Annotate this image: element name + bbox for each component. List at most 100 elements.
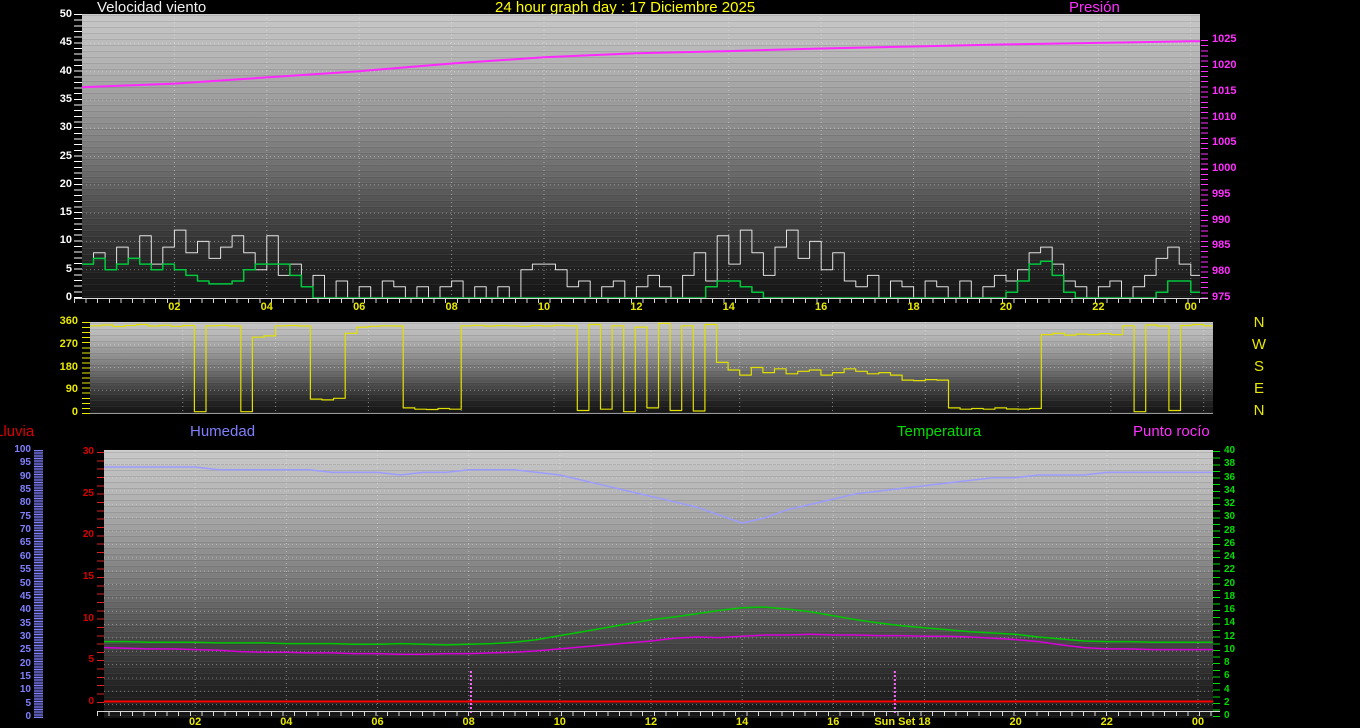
humidity-axis-tick-label: 75 bbox=[1, 511, 31, 523]
dew-point-label: Punto rocío bbox=[1133, 424, 1210, 439]
pressure-axis-tick-label: 990 bbox=[1212, 214, 1246, 227]
temp-axis-tick-label: 18 bbox=[1224, 591, 1248, 603]
wind-axis-tick-label: 20 bbox=[46, 178, 72, 191]
hour-tick-label: 16 bbox=[809, 301, 833, 314]
humidity-axis-tick-label: 15 bbox=[1, 671, 31, 683]
wind-axis-tick-label: 45 bbox=[46, 36, 72, 49]
direction-axis-tick-label: 0 bbox=[48, 406, 78, 419]
compass-letter-n: N bbox=[1250, 402, 1268, 419]
hour-tick-label: 12 bbox=[624, 301, 648, 314]
wind-axis-tick-label: 5 bbox=[46, 263, 72, 276]
temp-axis-tick-label: 14 bbox=[1224, 617, 1248, 629]
hour-tick-label: 00 bbox=[1179, 301, 1203, 314]
wind-left-axis-ruler bbox=[74, 14, 82, 298]
temp-axis-tick-label: 34 bbox=[1224, 485, 1248, 497]
wind-speed-label: Velocidad viento bbox=[97, 0, 206, 15]
rain-axis-tick-label: 15 bbox=[64, 571, 94, 583]
compass-letter-n: N bbox=[1250, 314, 1268, 331]
wind-axis-tick-label: 0 bbox=[46, 291, 72, 304]
humidity-axis-tick-label: 40 bbox=[1, 604, 31, 616]
wind-axis-tick-label: 10 bbox=[46, 234, 72, 247]
wind-axis-tick-label: 25 bbox=[46, 150, 72, 163]
humidity-axis-tick-label: 10 bbox=[1, 684, 31, 696]
rain-left-axis-ruler bbox=[97, 452, 104, 705]
wind-axis-tick-label: 50 bbox=[46, 8, 72, 21]
pressure-axis-tick-label: 1000 bbox=[1212, 162, 1246, 175]
rain-axis-tick-label: 10 bbox=[64, 613, 94, 625]
temp-axis-tick-label: 12 bbox=[1224, 631, 1248, 643]
wind-axis-tick-label: 15 bbox=[46, 206, 72, 219]
pressure-axis-tick-label: 985 bbox=[1212, 239, 1246, 252]
hour-tick-label: 00 bbox=[1186, 716, 1210, 728]
rain-axis-tick-label: 20 bbox=[64, 529, 94, 541]
humidity-axis-tick-label: 100 bbox=[1, 444, 31, 456]
pressure-axis-tick-label: 1010 bbox=[1212, 111, 1246, 124]
humidity-axis-tick-label: 60 bbox=[1, 551, 31, 563]
temp-axis-tick-label: 36 bbox=[1224, 472, 1248, 484]
hour-tick-label: 08 bbox=[457, 716, 481, 728]
pressure-label: Presión bbox=[1069, 0, 1120, 15]
hour-tick-label: 06 bbox=[365, 716, 389, 728]
hour-tick-label: 20 bbox=[994, 301, 1018, 314]
humidity-label: Humedad bbox=[190, 424, 255, 439]
temp-axis-tick-label: 16 bbox=[1224, 604, 1248, 616]
hour-tick-label: 12 bbox=[639, 716, 663, 728]
direction-axis-tick-label: 180 bbox=[48, 361, 78, 374]
compass-letter-s: S bbox=[1250, 358, 1268, 375]
humidity-axis-tick-label: 5 bbox=[1, 698, 31, 710]
rain-axis-tick-label: 30 bbox=[64, 446, 94, 458]
hour-tick-label: 08 bbox=[440, 301, 464, 314]
humidity-axis-tick-label: 55 bbox=[1, 564, 31, 576]
humidity-axis-tick-label: 80 bbox=[1, 497, 31, 509]
hour-tick-label: 10 bbox=[548, 716, 572, 728]
wind-axis-tick-label: 40 bbox=[46, 65, 72, 78]
wind-axis-tick-label: 30 bbox=[46, 121, 72, 134]
humidity-axis-tick-label: 0 bbox=[1, 711, 31, 723]
humidity-left-axis-ruler bbox=[34, 450, 43, 718]
temp-axis-tick-label: 6 bbox=[1224, 670, 1248, 682]
temp-axis-tick-label: 24 bbox=[1224, 551, 1248, 563]
direction-axis-tick-label: 360 bbox=[48, 315, 78, 328]
wind-axis-tick-label: 35 bbox=[46, 93, 72, 106]
rain-axis-tick-label: 5 bbox=[64, 654, 94, 666]
humidity-axis-tick-label: 45 bbox=[1, 591, 31, 603]
temp-right-axis-ruler bbox=[1213, 451, 1220, 717]
hour-tick-label: 22 bbox=[1086, 301, 1110, 314]
humidity-axis-tick-label: 85 bbox=[1, 484, 31, 496]
temp-axis-tick-label: 20 bbox=[1224, 578, 1248, 590]
humidity-axis-tick-label: 35 bbox=[1, 618, 31, 630]
humidity-axis-tick-label: 20 bbox=[1, 658, 31, 670]
sunset-label: Sun Set bbox=[865, 716, 925, 728]
wind-pressure-plot bbox=[82, 14, 1200, 298]
pressure-axis-tick-label: 975 bbox=[1212, 291, 1246, 304]
rain-label: Lluvia bbox=[0, 424, 34, 439]
temp-axis-tick-label: 28 bbox=[1224, 525, 1248, 537]
hour-tick-label: 04 bbox=[255, 301, 279, 314]
temperature-label: Temperatura bbox=[897, 424, 981, 439]
pressure-axis-tick-label: 1015 bbox=[1212, 85, 1246, 98]
rain-axis-tick-label: 0 bbox=[64, 696, 94, 708]
hour-tick-label: 04 bbox=[274, 716, 298, 728]
temp-axis-tick-label: 8 bbox=[1224, 657, 1248, 669]
compass-letter-w: W bbox=[1250, 336, 1268, 353]
humidity-axis-tick-label: 65 bbox=[1, 537, 31, 549]
humidity-axis-tick-label: 95 bbox=[1, 457, 31, 469]
pressure-axis-tick-label: 1020 bbox=[1212, 59, 1246, 72]
hour-tick-label: 20 bbox=[1004, 716, 1028, 728]
humidity-axis-tick-label: 25 bbox=[1, 644, 31, 656]
temp-axis-tick-label: 26 bbox=[1224, 538, 1248, 550]
temp-axis-tick-label: 0 bbox=[1224, 710, 1248, 722]
pressure-axis-tick-label: 1025 bbox=[1212, 33, 1246, 46]
compass-letter-e: E bbox=[1250, 380, 1268, 397]
hour-tick-label: 14 bbox=[717, 301, 741, 314]
direction-axis-tick-label: 270 bbox=[48, 338, 78, 351]
temp-axis-tick-label: 22 bbox=[1224, 564, 1248, 576]
hour-tick-label: 10 bbox=[532, 301, 556, 314]
hour-tick-label: 18 bbox=[902, 301, 926, 314]
humidity-axis-tick-label: 30 bbox=[1, 631, 31, 643]
humidity-axis-tick-label: 50 bbox=[1, 578, 31, 590]
hour-tick-label: 14 bbox=[730, 716, 754, 728]
hour-tick-label: 06 bbox=[347, 301, 371, 314]
hour-tick-label: 22 bbox=[1095, 716, 1119, 728]
temp-axis-tick-label: 10 bbox=[1224, 644, 1248, 656]
